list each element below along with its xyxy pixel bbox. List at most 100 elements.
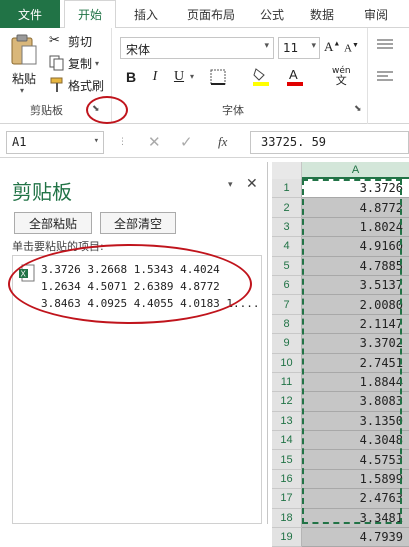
row-header[interactable]: 7 xyxy=(272,295,302,315)
paste-button[interactable]: 粘贴 ▾ xyxy=(4,32,44,95)
tab-review[interactable]: 审阅 xyxy=(356,0,396,28)
tab-file[interactable]: 文件 xyxy=(0,0,60,28)
clear-all-button[interactable]: 全部清空 xyxy=(100,212,176,234)
row-headers: 1 2 3 4 5 6 7 8 9 10 11 12 13 14 15 16 17 18 19 xyxy=(272,179,302,547)
tab-insert[interactable]: 插入 xyxy=(126,0,166,28)
row-header[interactable]: 12 xyxy=(272,392,302,412)
formula-input[interactable]: 33725. 59 xyxy=(250,131,409,154)
italic-button[interactable]: I xyxy=(144,66,166,88)
row-header[interactable]: 18 xyxy=(272,508,302,529)
cell[interactable]: 3.5137 xyxy=(302,275,409,296)
tab-formulas[interactable]: 公式 xyxy=(252,0,292,28)
bold-button[interactable]: B xyxy=(120,66,142,88)
cell[interactable]: 2.7451 xyxy=(302,353,409,373)
row-header[interactable]: 10 xyxy=(272,353,302,373)
more-icon: ⋮ xyxy=(118,137,127,147)
cell[interactable]: 3.3702 xyxy=(302,334,409,354)
font-group-label: 字体 xyxy=(222,104,244,117)
phonetic-guide-button[interactable]: wén 文 xyxy=(332,66,351,87)
cell[interactable]: 1.8024 xyxy=(302,217,409,238)
ribbon: 粘贴 ▾ ✂ 剪切 复制 ▾ 格式刷 剪贴板 ⬊ 宋体 ▾ 11 ▾ A▲ A▼… xyxy=(0,28,409,124)
chevron-down-icon: ▾ xyxy=(20,86,25,95)
cell[interactable]: 3.1350 xyxy=(302,411,409,432)
insert-function-button[interactable]: fx xyxy=(218,134,227,150)
tab-page-layout[interactable]: 页面布局 xyxy=(176,0,246,28)
column-header-a[interactable]: A xyxy=(302,162,409,179)
scissors-icon: ✂ xyxy=(49,33,60,48)
excel-icon: X xyxy=(19,264,35,282)
row-header[interactable]: 15 xyxy=(272,450,302,470)
row-header[interactable]: 13 xyxy=(272,411,302,432)
clipboard-item-line: 3.8463 4.0925 4.4055 4.0183 1.... xyxy=(41,297,260,310)
cell[interactable]: 1.5899 xyxy=(302,469,409,490)
format-painter-button[interactable]: 格式刷 xyxy=(48,76,110,94)
row-header[interactable]: 14 xyxy=(272,431,302,451)
cell[interactable]: 1.8844 xyxy=(302,372,409,393)
font-color-button[interactable]: A xyxy=(286,66,312,88)
fill-color-button[interactable] xyxy=(252,66,278,88)
formula-bar: A1 ▾ ⋮ ✕ ✓ fx 33725. 59 xyxy=(0,128,409,158)
pane-hint: 单击要粘贴的项目: xyxy=(12,240,104,253)
name-box[interactable]: A1 ▾ xyxy=(6,131,104,154)
cell[interactable]: 3.3481 xyxy=(302,508,409,529)
cell[interactable]: 3.8083 xyxy=(302,392,409,412)
clipboard-item[interactable]: X 3.3726 3.2668 1.5343 4.4024 1.2634 4.5… xyxy=(17,262,260,314)
cell[interactable]: 2.0080 xyxy=(302,295,409,315)
clipboard-group-label: 剪贴板 xyxy=(30,104,63,117)
font-size-combobox[interactable]: 11 ▾ xyxy=(278,37,320,59)
row-header[interactable]: 17 xyxy=(272,489,302,509)
borders-button[interactable] xyxy=(210,66,236,88)
font-launcher-button[interactable]: ⬊ xyxy=(354,104,362,114)
row-header[interactable]: 1 xyxy=(272,179,302,199)
format-painter-icon xyxy=(50,77,63,92)
alignment-group xyxy=(370,28,409,124)
paste-icon xyxy=(11,34,37,65)
cell[interactable]: 4.7939 xyxy=(302,528,409,547)
active-cell[interactable]: 3.3726 xyxy=(302,179,409,199)
cell[interactable]: 2.1147 xyxy=(302,314,409,335)
clipboard-launcher-button[interactable]: ⬊ xyxy=(92,104,102,114)
row-header[interactable]: 16 xyxy=(272,469,302,490)
cell[interactable]: 4.9160 xyxy=(302,237,409,257)
borders-icon xyxy=(210,69,226,85)
row-header[interactable]: 19 xyxy=(272,528,302,547)
copy-button[interactable]: 复制 ▾ xyxy=(48,54,110,72)
row-header[interactable]: 5 xyxy=(272,256,302,276)
font-name-combobox[interactable]: 宋体 ▾ xyxy=(120,37,274,59)
select-all-corner[interactable] xyxy=(272,162,302,179)
cell[interactable]: 4.5753 xyxy=(302,450,409,470)
row-header[interactable]: 3 xyxy=(272,217,302,238)
align-top-icon[interactable] xyxy=(376,38,394,52)
row-header[interactable]: 11 xyxy=(272,372,302,393)
chevron-down-icon: ▾ xyxy=(264,41,269,51)
font-group: 宋体 ▾ 11 ▾ A▲ A▼ B I U ▾ A wén 文 字体 ⬊ xyxy=(114,28,368,124)
cancel-icon[interactable]: ✕ xyxy=(148,133,161,151)
cut-label: 剪切 xyxy=(68,34,93,49)
row-header[interactable]: 9 xyxy=(272,334,302,354)
clipboard-item-line: 3.3726 3.2668 1.5343 4.4024 xyxy=(41,263,220,276)
row-header[interactable]: 8 xyxy=(272,314,302,335)
chevron-down-icon: ▾ xyxy=(95,58,100,68)
close-icon[interactable]: ✕ xyxy=(246,176,258,192)
font-name-value: 宋体 xyxy=(126,43,151,57)
column-header-row: A xyxy=(272,162,409,179)
enter-icon[interactable]: ✓ xyxy=(180,133,193,151)
chevron-down-icon: ▾ xyxy=(311,41,316,51)
paste-all-button[interactable]: 全部粘贴 xyxy=(14,212,92,234)
grow-font-button[interactable]: A▲ xyxy=(324,39,340,55)
cell[interactable]: 4.3048 xyxy=(302,431,409,451)
cut-button[interactable]: ✂ 剪切 xyxy=(48,32,108,50)
row-header[interactable]: 4 xyxy=(272,237,302,257)
row-header[interactable]: 2 xyxy=(272,198,302,218)
row-header[interactable]: 6 xyxy=(272,275,302,296)
align-left-icon[interactable] xyxy=(376,70,394,84)
cell[interactable]: 4.7885 xyxy=(302,256,409,276)
tab-data[interactable]: 数据 xyxy=(302,0,342,28)
cell[interactable]: 4.8772 xyxy=(302,198,409,218)
underline-button[interactable]: U xyxy=(168,66,190,88)
clipboard-item-list: X 3.3726 3.2668 1.5343 4.4024 1.2634 4.5… xyxy=(12,255,262,524)
tab-home[interactable]: 开始 xyxy=(64,0,116,29)
cell[interactable]: 2.4763 xyxy=(302,489,409,509)
shrink-font-button[interactable]: A▼ xyxy=(344,41,359,55)
pane-options-icon[interactable]: ▾ xyxy=(228,180,233,190)
